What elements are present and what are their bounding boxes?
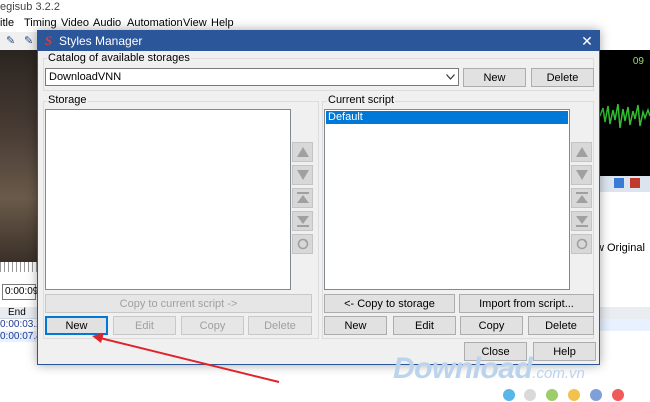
aegisub-icon: S <box>44 33 53 48</box>
watermark-suffix: .com.vn <box>532 365 585 382</box>
grid-header: End <box>0 307 40 319</box>
move-top-icon[interactable] <box>571 188 592 208</box>
sort-icon[interactable] <box>571 234 592 254</box>
catalog-new-button[interactable]: New <box>463 68 526 87</box>
catalog-dropdown[interactable]: DownloadVNN <box>45 68 459 86</box>
audio-marker-number: 09 <box>632 56 644 67</box>
spectrum-icon[interactable] <box>614 178 624 188</box>
grid-header-strip <box>600 307 650 319</box>
sort-icon[interactable] <box>292 234 313 254</box>
import-from-script-button[interactable]: Import from script... <box>459 294 594 313</box>
watermark-text: Download <box>393 352 533 385</box>
storage-list[interactable] <box>45 109 291 290</box>
current-script-label: Current script <box>327 94 396 106</box>
storage-delete-button[interactable]: Delete <box>248 316 312 335</box>
menu-audio[interactable]: Audio <box>93 17 121 29</box>
move-bottom-icon[interactable] <box>571 211 592 231</box>
menu-view[interactable]: View <box>183 17 207 29</box>
move-top-icon[interactable] <box>292 188 313 208</box>
catalog-label: Catalog of available storages <box>47 52 191 64</box>
move-up-icon[interactable] <box>292 142 313 162</box>
script-new-button[interactable]: New <box>324 316 387 335</box>
script-edit-button[interactable]: Edit <box>393 316 456 335</box>
watermark-dot <box>546 389 558 401</box>
move-down-icon[interactable] <box>292 165 313 185</box>
close-icon[interactable]: ✕ <box>578 32 596 50</box>
dialog-title: Styles Manager <box>59 34 143 48</box>
catalog-selected: DownloadVNN <box>49 71 122 83</box>
menu-subtitle[interactable]: itle <box>0 17 14 29</box>
menu-help[interactable]: Help <box>211 17 234 29</box>
audio-toolbar <box>600 176 650 192</box>
watermark-dot <box>503 389 515 401</box>
script-delete-button[interactable]: Delete <box>528 316 594 335</box>
show-original-label[interactable]: w Original <box>596 242 645 254</box>
grid-header-end: End <box>8 307 26 318</box>
chevron-down-icon[interactable] <box>442 69 458 85</box>
waveform-icon <box>600 103 650 129</box>
watermark-dot <box>568 389 580 401</box>
storage-edit-button[interactable]: Edit <box>113 316 176 335</box>
pick-icon[interactable]: ✎ <box>6 34 15 47</box>
move-up-icon[interactable] <box>571 142 592 162</box>
video-preview <box>0 50 38 262</box>
watermark-logo: Download.com.vn <box>393 352 585 386</box>
audio-waveform[interactable]: 09 <box>600 50 650 176</box>
storage-new-button[interactable]: New <box>45 316 108 335</box>
watermark-dot <box>590 389 602 401</box>
storage-copy-button[interactable]: Copy <box>181 316 244 335</box>
table-row[interactable]: 0:00:07.48 <box>0 331 47 342</box>
watermark-dot <box>612 389 624 401</box>
move-bottom-icon[interactable] <box>292 211 313 231</box>
copy-to-current-script-button[interactable]: Copy to current script -> <box>45 294 312 313</box>
toolbar: ✎ ✎ <box>0 32 40 50</box>
list-item[interactable]: Default <box>326 111 568 124</box>
styles-manager-dialog: S Styles Manager ✕ Catalog of available … <box>37 30 600 365</box>
grid-row-strip <box>600 319 650 331</box>
menu-automation[interactable]: Automation <box>127 17 183 29</box>
menu-video[interactable]: Video <box>61 17 89 29</box>
storage-label: Storage <box>47 94 88 106</box>
app-title: egisub 3.2.2 <box>0 1 60 13</box>
script-copy-button[interactable]: Copy <box>460 316 523 335</box>
catalog-delete-button[interactable]: Delete <box>531 68 594 87</box>
current-script-list[interactable]: Default <box>324 109 570 290</box>
pick-icon-2[interactable]: ✎ <box>24 34 33 47</box>
dialog-title-bar[interactable]: S Styles Manager ✕ <box>38 31 599 51</box>
time-input[interactable]: 0:00:09. <box>2 284 41 300</box>
grid-right-strip <box>600 300 650 342</box>
app-title-bar: egisub 3.2.2 <box>0 0 650 16</box>
move-down-icon[interactable] <box>571 165 592 185</box>
menu-timing[interactable]: Timing <box>24 17 57 29</box>
watermark-dot <box>524 389 536 401</box>
record-icon[interactable] <box>630 178 640 188</box>
timeline-ruler <box>0 262 40 272</box>
copy-to-storage-button[interactable]: <- Copy to storage <box>324 294 455 313</box>
table-row[interactable]: 0:00:03.22 <box>0 319 47 330</box>
